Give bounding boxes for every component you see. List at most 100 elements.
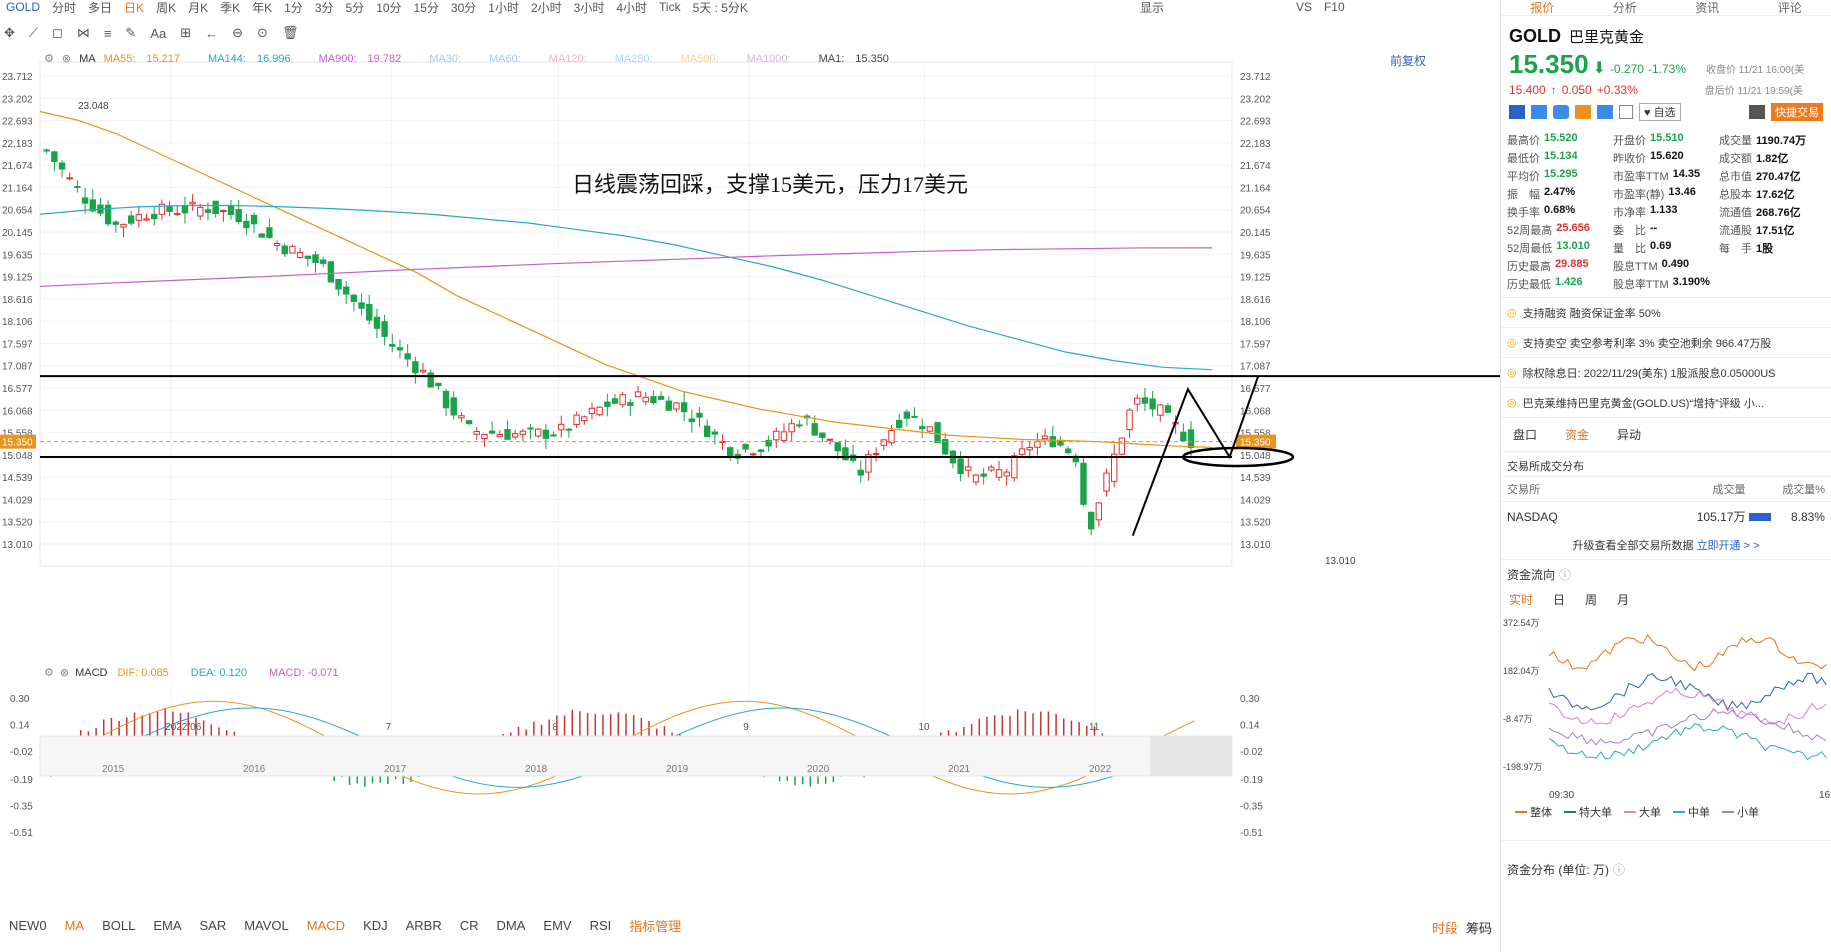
fib-tool-icon[interactable]: ≡ [104,26,112,41]
lock-icon[interactable]: ⊖ [232,25,243,41]
macd-item-1[interactable]: DEA: 0.120 [191,667,247,679]
period-tab-0[interactable]: 分时 [46,0,82,15]
info-item-1[interactable]: ◎ 支持卖空 卖空参考利率 3% 卖空池剩余 966.47万股 [1501,328,1831,358]
chart-icon[interactable] [1531,105,1547,119]
ma-item-6[interactable]: MA250: [615,53,661,65]
period-tab-2[interactable]: 日K [118,0,150,15]
period-tab-10[interactable]: 10分 [370,0,407,15]
quote-tab-3[interactable]: 评论 [1778,0,1802,16]
rss-icon[interactable] [1575,105,1591,119]
period-tab-18[interactable]: 5天 : 5分K [687,0,754,15]
period-tab-11[interactable]: 15分 [408,0,445,15]
indicator-0[interactable]: NEW0 [0,918,56,933]
period-tab-17[interactable]: Tick [653,0,687,14]
indicator-10[interactable]: DMA [488,918,535,933]
period-tab-8[interactable]: 3分 [309,0,340,15]
period-tab-4[interactable]: 月K [182,0,214,15]
period-tab-1[interactable]: 多日 [82,0,118,15]
line-tool-icon[interactable]: ⟋ [29,25,38,41]
indicator-4[interactable]: SAR [190,918,235,933]
ma-item-5[interactable]: MA120: [549,53,595,65]
indicator-13[interactable]: 指标管理 [620,916,690,935]
macd-close-icon[interactable]: ⊗ [60,666,69,679]
macd-settings-icon[interactable]: ⚙ [44,666,54,679]
flow-legend-item-0[interactable]: 整体 [1515,804,1552,820]
brush-icon[interactable]: ✎ [125,25,136,41]
period-tab-15[interactable]: 3小时 [568,0,611,15]
ma-item-7[interactable]: MA500: [681,53,727,65]
indicator-2[interactable]: BOLL [93,918,144,933]
dollar-icon[interactable] [1553,105,1569,119]
note-icon[interactable] [1619,105,1633,119]
quote-tab-0[interactable]: 报价 [1530,0,1554,16]
period-tab-5[interactable]: 季K [214,0,246,15]
upgrade-link[interactable]: 立即开通 > > [1697,540,1760,552]
indicator-8[interactable]: ARBR [397,918,451,933]
flow-tab-0[interactable]: 实时 [1509,591,1533,608]
indicator-3[interactable]: EMA [144,918,190,933]
period-tab-6[interactable]: 年K [246,0,278,15]
period-tab-7[interactable]: 1分 [278,0,309,15]
sub-tab-2[interactable]: 异动 [1617,426,1641,443]
text-tool-icon[interactable]: Aa [150,26,166,41]
ma-item-3[interactable]: MA30: [429,53,469,65]
restore-label[interactable]: 前复权 [1390,52,1426,69]
ma-item-0[interactable]: MA55: 15.217 [104,53,188,65]
flow-tab-1[interactable]: 日 [1553,591,1565,608]
info-item-3[interactable]: ◎ 巴克莱维持巴里克黄金(GOLD.US)“增持”评级 小... [1501,388,1831,418]
flow-legend-item-3[interactable]: 中单 [1673,804,1710,820]
back-arrow-icon[interactable]: ← [205,26,218,41]
period-tab-13[interactable]: 1小时 [482,0,525,15]
ma-item-4[interactable]: MA60: [489,53,529,65]
settings-icon[interactable]: ⚙ [44,52,54,65]
flow-tab-2[interactable]: 周 [1585,591,1597,608]
vs-button[interactable]: VS [1290,0,1318,14]
dist-info-icon[interactable]: ⓘ [1613,861,1625,878]
indicator-12[interactable]: RSI [581,918,621,933]
measure-icon[interactable]: ⊞ [180,25,191,41]
info-circle-icon[interactable]: ⓘ [1559,566,1571,583]
ma-item-8[interactable]: MA1000: [747,53,799,65]
macd-item-0[interactable]: DIF: 0.085 [117,667,168,679]
info-item-0[interactable]: ◎ 支持融资 融资保证金率 50% [1501,298,1831,328]
eye-icon[interactable]: ⊙ [257,25,268,41]
sub-tab-1[interactable]: 资金 [1565,426,1589,443]
period-tab-14[interactable]: 2小时 [525,0,568,15]
delete-icon[interactable]: 🗑 [282,25,299,41]
pattern-tool-icon[interactable]: ⋈ [77,25,90,41]
tag-icon[interactable] [1597,105,1613,119]
flow-legend-item-1[interactable]: 特大单 [1564,804,1612,820]
macd-item-2[interactable]: MACD: -0.071 [269,667,339,679]
f10-button[interactable]: F10 [1318,0,1351,14]
period-tab-9[interactable]: 5分 [340,0,371,15]
bottom-tool-0[interactable]: 时段 [1432,918,1458,937]
watchlist-button[interactable]: ♥ 自选 [1639,103,1681,121]
indicator-9[interactable]: CR [451,918,488,933]
crosshair-icon[interactable]: ✥ [4,25,15,41]
indicator-7[interactable]: KDJ [354,918,397,933]
period-tab-3[interactable]: 周K [150,0,182,15]
shape-tool-icon[interactable]: ◻ [52,25,63,41]
symbol-label[interactable]: GOLD [0,0,46,14]
fast-trade-button[interactable]: 快捷交易 [1771,103,1823,121]
ma-item-9[interactable]: MA1: 15.350 [819,53,897,65]
close-icon[interactable]: ⊗ [62,52,71,65]
info-item-2[interactable]: ◎ 除权除息日: 2022/11/29(美东) 1股派股息0.05000US [1501,358,1831,388]
indicator-6[interactable]: MACD [298,918,354,933]
overview-pane[interactable] [39,735,1233,777]
flag-icon[interactable] [1509,105,1525,119]
indicator-5[interactable]: MAVOL [235,918,298,933]
flow-tab-3[interactable]: 月 [1617,591,1629,608]
sub-tab-0[interactable]: 盘口 [1513,426,1537,443]
display-menu[interactable]: 显示 [1134,0,1170,15]
quote-tab-1[interactable]: 分析 [1613,0,1637,16]
ma-item-2[interactable]: MA900: 19.782 [319,53,410,65]
ma-item-1[interactable]: MA144: 16.996 [208,53,299,65]
bottom-tool-1[interactable]: 筹码 [1466,918,1492,937]
indicator-11[interactable]: EMV [534,918,580,933]
period-tab-16[interactable]: 4小时 [610,0,653,15]
flow-legend-item-2[interactable]: 大单 [1624,804,1661,820]
period-tab-12[interactable]: 30分 [445,0,482,15]
flow-legend-item-4[interactable]: 小单 [1722,804,1759,820]
overview-window[interactable] [1150,736,1232,776]
